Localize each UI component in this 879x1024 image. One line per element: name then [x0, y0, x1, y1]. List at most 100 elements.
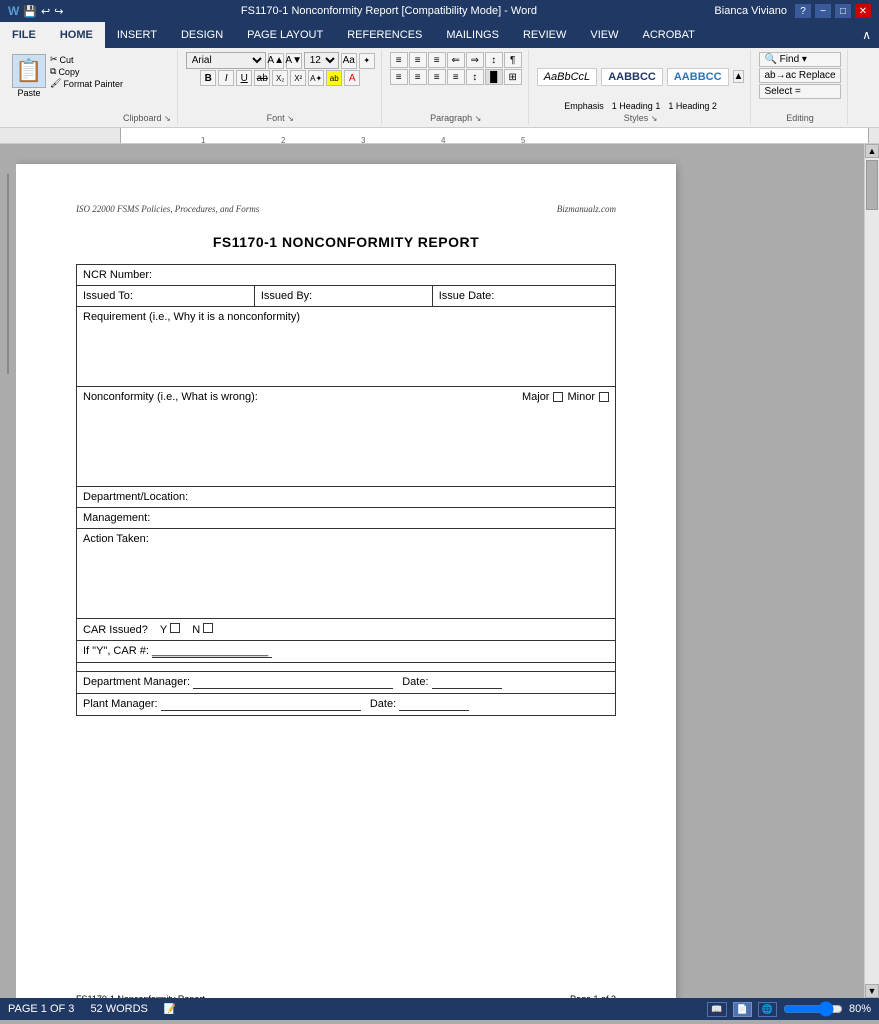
- tab-page-layout[interactable]: PAGE LAYOUT: [235, 22, 335, 48]
- underline-button[interactable]: U: [236, 70, 252, 86]
- ribbon-collapse-icon[interactable]: ∧: [862, 28, 871, 42]
- vertical-scrollbar[interactable]: ▲ ▼: [864, 144, 879, 998]
- align-right-button[interactable]: ≡: [428, 69, 446, 85]
- grow-font-button[interactable]: A▲: [268, 53, 284, 69]
- scroll-thumb[interactable]: [866, 160, 878, 210]
- minor-checkbox[interactable]: [599, 392, 609, 402]
- ruler: 1 2 3 4 5: [0, 128, 879, 144]
- style-emphasis[interactable]: AaBbCcL: [537, 68, 597, 86]
- issued-by-cell: Issued By:: [254, 286, 432, 307]
- borders-button[interactable]: ⊞: [504, 69, 522, 85]
- find-button[interactable]: 🔍 Find ▾: [759, 52, 840, 67]
- redo-icon[interactable]: ↪: [54, 5, 63, 18]
- shading-button[interactable]: █: [485, 69, 503, 85]
- document-page: ISO 22000 FSMS Policies, Procedures, and…: [16, 164, 676, 998]
- font-name-select[interactable]: Arial: [186, 52, 266, 69]
- show-formatting-button[interactable]: ¶: [504, 52, 522, 68]
- undo-icon[interactable]: ↩: [41, 5, 50, 18]
- italic-button[interactable]: I: [218, 70, 234, 86]
- major-checkbox[interactable]: [553, 392, 563, 402]
- car-num-line: ___________________: [152, 645, 272, 658]
- change-case-button[interactable]: Aa: [341, 53, 357, 69]
- replace-button[interactable]: ab→ac Replace: [759, 68, 840, 83]
- header-right: Bizmanualz.com: [557, 204, 616, 214]
- major-label: Major: [522, 391, 550, 403]
- word-icon: W: [8, 4, 19, 18]
- align-left-button[interactable]: ≡: [390, 69, 408, 85]
- strikethrough-button[interactable]: ab: [254, 70, 270, 86]
- tab-insert[interactable]: INSERT: [105, 22, 169, 48]
- decrease-indent-button[interactable]: ⇐: [447, 52, 465, 68]
- date-label-2: Date:: [370, 698, 396, 710]
- maximize-button[interactable]: □: [835, 4, 851, 18]
- zoom-level: 80%: [849, 1003, 871, 1015]
- font-color-button[interactable]: A: [344, 70, 360, 86]
- issued-to-label: Issued To:: [83, 290, 133, 302]
- save-icon[interactable]: 💾: [23, 5, 37, 18]
- font-size-select[interactable]: 12: [304, 52, 339, 69]
- sort-button[interactable]: ↕: [485, 52, 503, 68]
- style-heading2[interactable]: AABBCC: [667, 68, 729, 86]
- action-row: Action Taken:: [77, 529, 616, 619]
- scroll-down-button[interactable]: ▼: [865, 984, 879, 998]
- tab-acrobat[interactable]: ACROBAT: [630, 22, 706, 48]
- select-button[interactable]: Select =: [759, 84, 840, 99]
- format-painter-button[interactable]: 🖌Format Painter: [50, 78, 123, 89]
- view-web-button[interactable]: 🌐: [758, 1002, 777, 1017]
- replace-icon: ab→ac: [764, 70, 796, 81]
- help-button[interactable]: ?: [795, 4, 811, 18]
- car-n-checkbox[interactable]: [203, 623, 213, 633]
- cut-button[interactable]: ✂Cut: [50, 54, 123, 65]
- action-cell: Action Taken:: [77, 529, 616, 619]
- copy-button[interactable]: ⧉Copy: [50, 66, 123, 77]
- tab-view[interactable]: VIEW: [578, 22, 630, 48]
- ncr-label: NCR Number:: [83, 269, 152, 281]
- view-print-button[interactable]: 📄: [733, 1002, 752, 1017]
- close-button[interactable]: ✕: [855, 4, 871, 18]
- zoom-slider[interactable]: [783, 1005, 843, 1013]
- tab-mailings[interactable]: MAILINGS: [434, 22, 511, 48]
- nonconformity-cell: Nonconformity (i.e., What is wrong): Maj…: [77, 387, 616, 487]
- document-scroll-area[interactable]: ISO 22000 FSMS Policies, Procedures, and…: [16, 144, 864, 998]
- dept-row: Department/Location:: [77, 487, 616, 508]
- issue-date-cell: Issue Date:: [432, 286, 615, 307]
- align-center-button[interactable]: ≡: [409, 69, 427, 85]
- track-changes-icon[interactable]: 📝: [164, 1004, 176, 1015]
- clear-format-button[interactable]: ✦: [359, 53, 375, 69]
- page-info: PAGE 1 OF 3: [8, 1003, 74, 1015]
- tab-file[interactable]: FILE: [0, 22, 48, 48]
- tab-home[interactable]: HOME: [48, 22, 105, 48]
- ruler-mark-2: 2: [281, 136, 285, 144]
- bold-button[interactable]: B: [200, 70, 216, 86]
- date-line-2: [399, 698, 469, 711]
- subscript-button[interactable]: X₂: [272, 70, 288, 86]
- shrink-font-button[interactable]: A▼: [286, 53, 302, 69]
- plant-manager-line: [161, 698, 361, 711]
- issued-to-cell: Issued To:: [77, 286, 255, 307]
- requirement-row: Requirement (i.e., Why it is a nonconfor…: [77, 307, 616, 387]
- justify-button[interactable]: ≡: [447, 69, 465, 85]
- view-read-button[interactable]: 📖: [707, 1002, 726, 1017]
- styles-scroll-up[interactable]: ▲: [733, 70, 745, 83]
- increase-indent-button[interactable]: ⇒: [466, 52, 484, 68]
- text-effects-button[interactable]: A✦: [308, 70, 324, 86]
- dept-manager-row: Department Manager: Date:: [77, 672, 616, 694]
- bullets-button[interactable]: ≡: [390, 52, 408, 68]
- minimize-button[interactable]: −: [815, 4, 831, 18]
- superscript-button[interactable]: X²: [290, 70, 306, 86]
- car-y-checkbox[interactable]: [170, 623, 180, 633]
- tab-review[interactable]: REVIEW: [511, 22, 578, 48]
- style-h2-label: 1 Heading 2: [668, 101, 717, 111]
- paste-button[interactable]: 📋 Paste: [10, 52, 48, 100]
- line-spacing-button[interactable]: ↕: [466, 69, 484, 85]
- style-heading1[interactable]: AABBCC: [601, 68, 663, 86]
- doc-header: ISO 22000 FSMS Policies, Procedures, and…: [76, 204, 616, 214]
- tab-references[interactable]: REFERENCES: [335, 22, 434, 48]
- numbering-button[interactable]: ≡: [409, 52, 427, 68]
- multilevel-list-button[interactable]: ≡: [428, 52, 446, 68]
- tab-design[interactable]: DESIGN: [169, 22, 235, 48]
- dept-cell: Department/Location:: [77, 487, 616, 508]
- minor-label: Minor: [567, 391, 595, 403]
- scroll-up-button[interactable]: ▲: [865, 144, 879, 158]
- highlight-button[interactable]: ab: [326, 70, 342, 86]
